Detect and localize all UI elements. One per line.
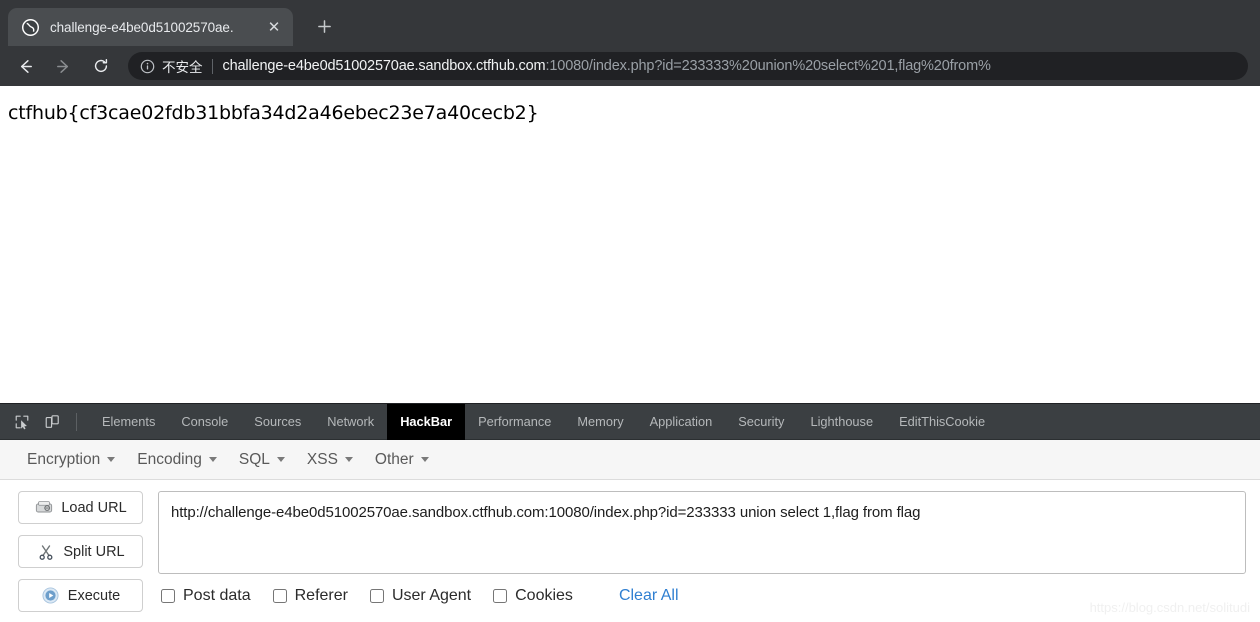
menu-encoding-label: Encoding: [137, 450, 202, 468]
reload-icon[interactable]: [84, 49, 118, 83]
devtools-tab-console[interactable]: Console: [168, 404, 241, 440]
load-url-label: Load URL: [61, 499, 127, 516]
browser-window: challenge-e4be0d51002570ae. ✕ 不安全 challe…: [0, 0, 1260, 622]
address-bar[interactable]: 不安全 challenge-e4be0d51002570ae.sandbox.c…: [128, 52, 1248, 80]
hackbar-input-area: Post data Referer User Agent Cookie: [158, 491, 1260, 622]
devtools-tab-lighthouse[interactable]: Lighthouse: [797, 404, 886, 440]
split-url-label: Split URL: [63, 543, 125, 560]
checkbox-user-agent[interactable]: User Agent: [369, 587, 472, 605]
load-url-icon: [34, 499, 53, 516]
menu-encryption[interactable]: Encryption: [16, 445, 126, 475]
post-data-checkbox[interactable]: [161, 589, 175, 603]
url-text: challenge-e4be0d51002570ae.sandbox.ctfhu…: [223, 58, 1239, 74]
post-data-label: Post data: [183, 587, 251, 604]
inspect-element-icon[interactable]: [8, 409, 36, 435]
menu-encryption-label: Encryption: [27, 450, 101, 468]
devtools-tab-hackbar[interactable]: HackBar: [387, 404, 466, 440]
back-icon[interactable]: [8, 49, 42, 83]
devtools-tab-memory[interactable]: Memory: [564, 404, 636, 440]
device-toolbar-icon[interactable]: [38, 409, 66, 435]
browser-chrome: challenge-e4be0d51002570ae. ✕ 不安全 challe…: [0, 0, 1260, 86]
menu-sql[interactable]: SQL: [228, 445, 296, 475]
browser-toolbar: 不安全 challenge-e4be0d51002570ae.sandbox.c…: [0, 46, 1260, 86]
user-agent-label: User Agent: [391, 587, 472, 604]
checkbox-post-data[interactable]: Post data: [161, 587, 251, 605]
omnibox-divider: [211, 58, 213, 74]
devtools-tab-performance[interactable]: Performance: [465, 404, 564, 440]
new-tab-icon[interactable]: [307, 9, 341, 43]
browser-tab[interactable]: challenge-e4be0d51002570ae. ✕: [8, 8, 293, 46]
load-url-button[interactable]: Load URL: [18, 491, 143, 524]
tab-title: challenge-e4be0d51002570ae.: [50, 19, 234, 35]
forward-icon[interactable]: [46, 49, 80, 83]
chevron-down-icon: [107, 457, 116, 462]
devtools-tab-security[interactable]: Security: [725, 404, 797, 440]
hackbar-panel: Encryption Encoding SQL XSS Other Load U…: [0, 440, 1260, 622]
hackbar-actions: Load URL Split URL Execute: [18, 491, 158, 622]
checkbox-cookies[interactable]: Cookies: [493, 587, 573, 605]
execute-button[interactable]: Execute: [18, 579, 143, 612]
security-status-label: 不安全: [162, 60, 203, 75]
split-url-button[interactable]: Split URL: [18, 535, 143, 568]
menu-sql-label: SQL: [238, 450, 270, 468]
page-viewport: ctfhub{cf3cae02fdb31bbfa34d2a46ebec23e7a…: [0, 86, 1260, 403]
url-textarea[interactable]: [158, 491, 1246, 574]
chevron-down-icon: [420, 457, 429, 462]
url-host: challenge-e4be0d51002570ae.sandbox.ctfhu…: [222, 58, 546, 74]
devtools-tab-sources[interactable]: Sources: [241, 404, 314, 440]
tab-strip: challenge-e4be0d51002570ae. ✕: [0, 0, 1260, 46]
menu-encoding[interactable]: Encoding: [126, 445, 228, 475]
play-icon: [41, 587, 60, 604]
menu-other[interactable]: Other: [364, 445, 440, 475]
referer-label: Referer: [294, 587, 348, 604]
user-agent-checkbox[interactable]: [369, 589, 384, 603]
chevron-down-icon: [276, 457, 285, 462]
flag-output-text: ctfhub{cf3cae02fdb31bbfa34d2a46ebec23e7a…: [8, 102, 539, 124]
cookies-checkbox[interactable]: [493, 589, 508, 603]
info-circle-icon[interactable]: [140, 59, 155, 74]
menu-other-label: Other: [374, 450, 414, 468]
devtools-panel: Elements Console Sources Network HackBar…: [0, 403, 1260, 622]
close-icon[interactable]: ✕: [263, 16, 285, 38]
execute-label: Execute: [67, 587, 121, 604]
devtools-tab-elements[interactable]: Elements: [89, 404, 168, 440]
chevron-down-icon: [344, 457, 353, 462]
menu-xss[interactable]: XSS: [296, 445, 364, 475]
hackbar-options-row: Post data Referer User Agent Cookies Cle…: [158, 587, 1260, 605]
cookies-label: Cookies: [515, 587, 573, 604]
devtools-tab-editthiscookie[interactable]: EditThisCookie: [886, 404, 998, 440]
hackbar-menubar: Encryption Encoding SQL XSS Other: [0, 440, 1260, 480]
devtools-tab-network[interactable]: Network: [314, 404, 387, 440]
scissors-icon: [36, 543, 55, 560]
checkbox-referer[interactable]: Referer: [272, 587, 348, 605]
devtools-divider: [76, 412, 77, 431]
url-path: :10080/index.php?id=233333%20union%20sel…: [545, 58, 991, 74]
globe-icon: [22, 18, 39, 36]
menu-xss-label: XSS: [306, 450, 338, 468]
chevron-down-icon: [208, 457, 217, 462]
clear-all-link[interactable]: Clear All: [619, 587, 679, 605]
devtools-tabbar: Elements Console Sources Network HackBar…: [0, 404, 1260, 440]
devtools-tab-application[interactable]: Application: [637, 404, 726, 440]
referer-checkbox[interactable]: [272, 589, 287, 603]
hackbar-body: Load URL Split URL Execute http://challe…: [0, 480, 1260, 622]
